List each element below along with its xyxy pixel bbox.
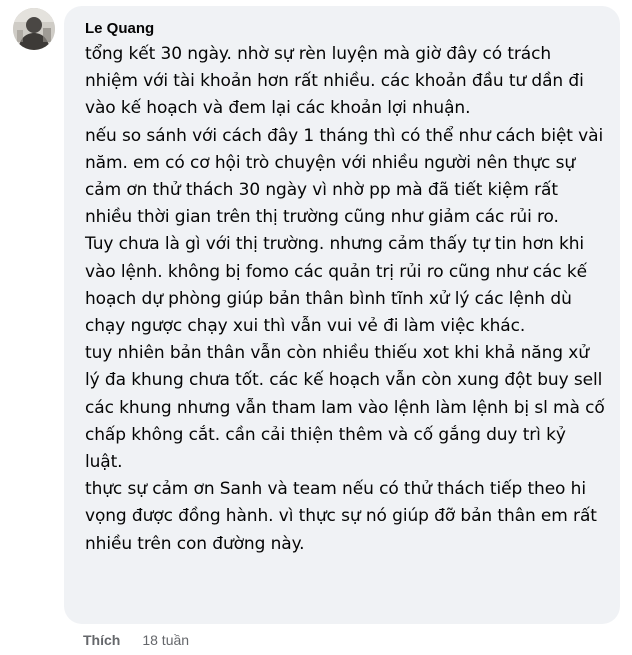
comment-paragraph: nếu so sánh với cách đây 1 tháng thì có … [85,125,604,228]
comment-timestamp[interactable]: 18 tuần [142,632,189,648]
avatar-photo-icon [13,8,55,50]
comment-paragraph: tuy nhiên bản thân vẫn còn nhiều thiếu x… [85,343,605,473]
comment: Le Quang tổng kết 30 ngày. nhờ sự rèn lu… [0,0,632,655]
comment-paragraph: tổng kết 30 ngày. nhờ sự rèn luyện mà gi… [85,44,584,119]
comment-text: tổng kết 30 ngày. nhờ sự rèn luyện mà gi… [85,41,608,558]
comment-paragraph: thực sự cảm ơn Sanh và team nếu có thử t… [85,479,597,554]
avatar[interactable] [13,8,55,50]
comment-paragraph: Tuy chưa là gì với thị trường. nhưng cảm… [85,234,587,337]
comment-bubble: Le Quang tổng kết 30 ngày. nhờ sự rèn lu… [64,6,620,624]
comment-author[interactable]: Le Quang [85,20,154,38]
comment-actions: Thích 18 tuần [83,630,189,650]
like-button[interactable]: Thích [83,632,120,648]
